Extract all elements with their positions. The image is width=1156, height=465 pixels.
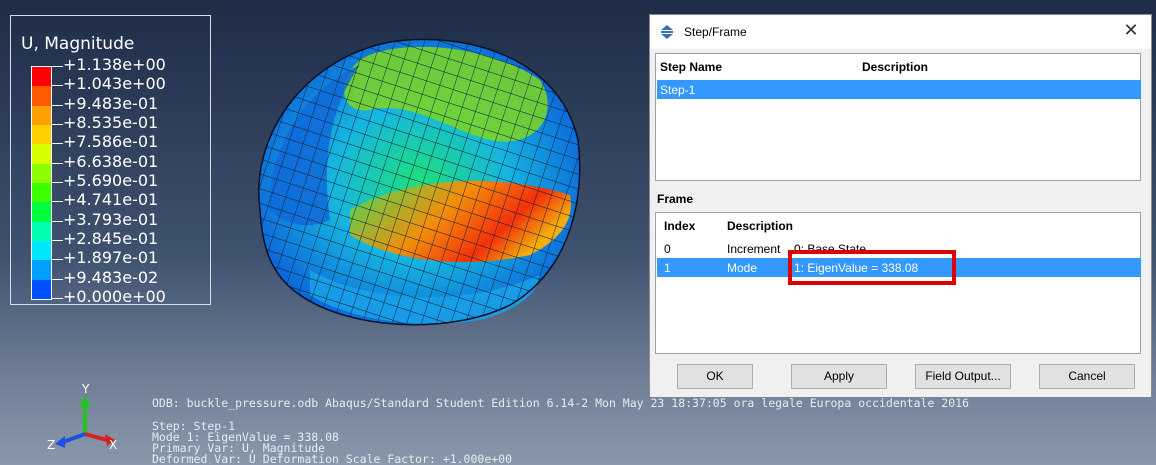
legend-label: +9.483e-02 (63, 267, 159, 287)
legend-tick (51, 104, 63, 106)
step-frame-icon (661, 25, 673, 39)
frame-section-label: Frame (657, 192, 694, 206)
legend-tick (51, 298, 63, 299)
dialog-title: Step/Frame (684, 25, 747, 39)
frame-row-index: 1 (664, 261, 671, 275)
legend-label: +7.586e-01 (63, 132, 159, 152)
legend-label: +1.897e-01 (63, 248, 159, 268)
legend-swatch (32, 260, 51, 280)
legend-tick (51, 85, 63, 87)
shell-body (258, 38, 581, 326)
legend-label: +5.690e-01 (63, 171, 159, 190)
legend-label: +1.043e+00 (63, 74, 166, 94)
legend-swatch (32, 202, 51, 222)
step-frame-dialog: Step/Frame ✕ Step Name Description Step-… (649, 14, 1152, 397)
legend-swatch (32, 279, 51, 299)
triad-z-label: Z (47, 438, 56, 452)
eigenvalue-highlight-box (788, 250, 956, 285)
dialog-body: Step Name Description Step-1 Frame Index… (650, 49, 1151, 397)
frame-row-index: 0 (664, 242, 671, 256)
frame-description-header: Description (727, 219, 794, 233)
contour-legend: U, Magnitude +1.138e+00 +1.043e+00 +9.483e… (10, 15, 211, 305)
frame-row-type: Mode (727, 261, 758, 275)
legend-title: U, Magnitude (21, 34, 135, 54)
legend-label: +8.535e-01 (63, 113, 159, 132)
frame-row-type: Increment (727, 242, 781, 256)
legend-swatch (32, 144, 51, 164)
legend-tick (51, 162, 63, 164)
deformed-var-line: Deformed Var: U Deformation Scale Factor… (152, 452, 513, 465)
legend-label: +0.000e+00 (63, 287, 166, 306)
legend-swatch (32, 240, 51, 261)
legend-tick (51, 143, 63, 145)
legend-label: +4.741e-01 (63, 190, 159, 210)
legend-tick (51, 66, 63, 67)
close-icon[interactable]: ✕ (1121, 20, 1141, 41)
legend-swatch (32, 67, 51, 87)
triad-y-label: Y (82, 382, 90, 396)
legend-swatch (32, 105, 51, 125)
step-list[interactable]: Step Name Description Step-1 (655, 53, 1141, 181)
legend-tick (51, 240, 63, 241)
triad-x-label: X (109, 438, 118, 452)
axis-triad: Y Z X (45, 382, 125, 456)
legend-label: +1.138e+00 (63, 55, 166, 74)
step-name-header: Step Name (660, 60, 723, 74)
odb-info-line: ODB: buckle_pressure.odb Abaqus/Standard… (152, 396, 969, 410)
legend-swatch (32, 163, 51, 183)
step-row-name: Step-1 (660, 83, 696, 97)
legend-swatch (32, 124, 51, 145)
apply-button[interactable]: Apply (791, 364, 887, 389)
legend-label: +3.793e-01 (63, 209, 159, 229)
legend-label: +9.483e-01 (63, 93, 159, 113)
legend-tick (51, 220, 63, 222)
deformed-model-viewport[interactable] (240, 20, 590, 340)
legend-tick (51, 259, 63, 261)
legend-tick (51, 201, 63, 203)
step-description-header: Description (862, 60, 929, 74)
legend-swatch (32, 182, 51, 203)
legend-label: +2.845e-01 (63, 229, 159, 248)
legend-label: +6.638e-01 (63, 151, 159, 171)
frame-index-header: Index (664, 219, 696, 233)
legend-tick (51, 182, 63, 183)
legend-tick (51, 278, 63, 280)
legend-swatch (32, 221, 51, 241)
legend-color-bar (31, 66, 52, 300)
ok-button[interactable]: OK (677, 364, 753, 389)
legend-tick (51, 124, 63, 125)
step-row[interactable]: Step-1 (657, 80, 1141, 99)
cancel-button[interactable]: Cancel (1039, 364, 1135, 389)
legend-swatch (32, 86, 51, 106)
field-output-button[interactable]: Field Output... (915, 364, 1011, 389)
dialog-titlebar[interactable]: Step/Frame ✕ (650, 15, 1151, 49)
